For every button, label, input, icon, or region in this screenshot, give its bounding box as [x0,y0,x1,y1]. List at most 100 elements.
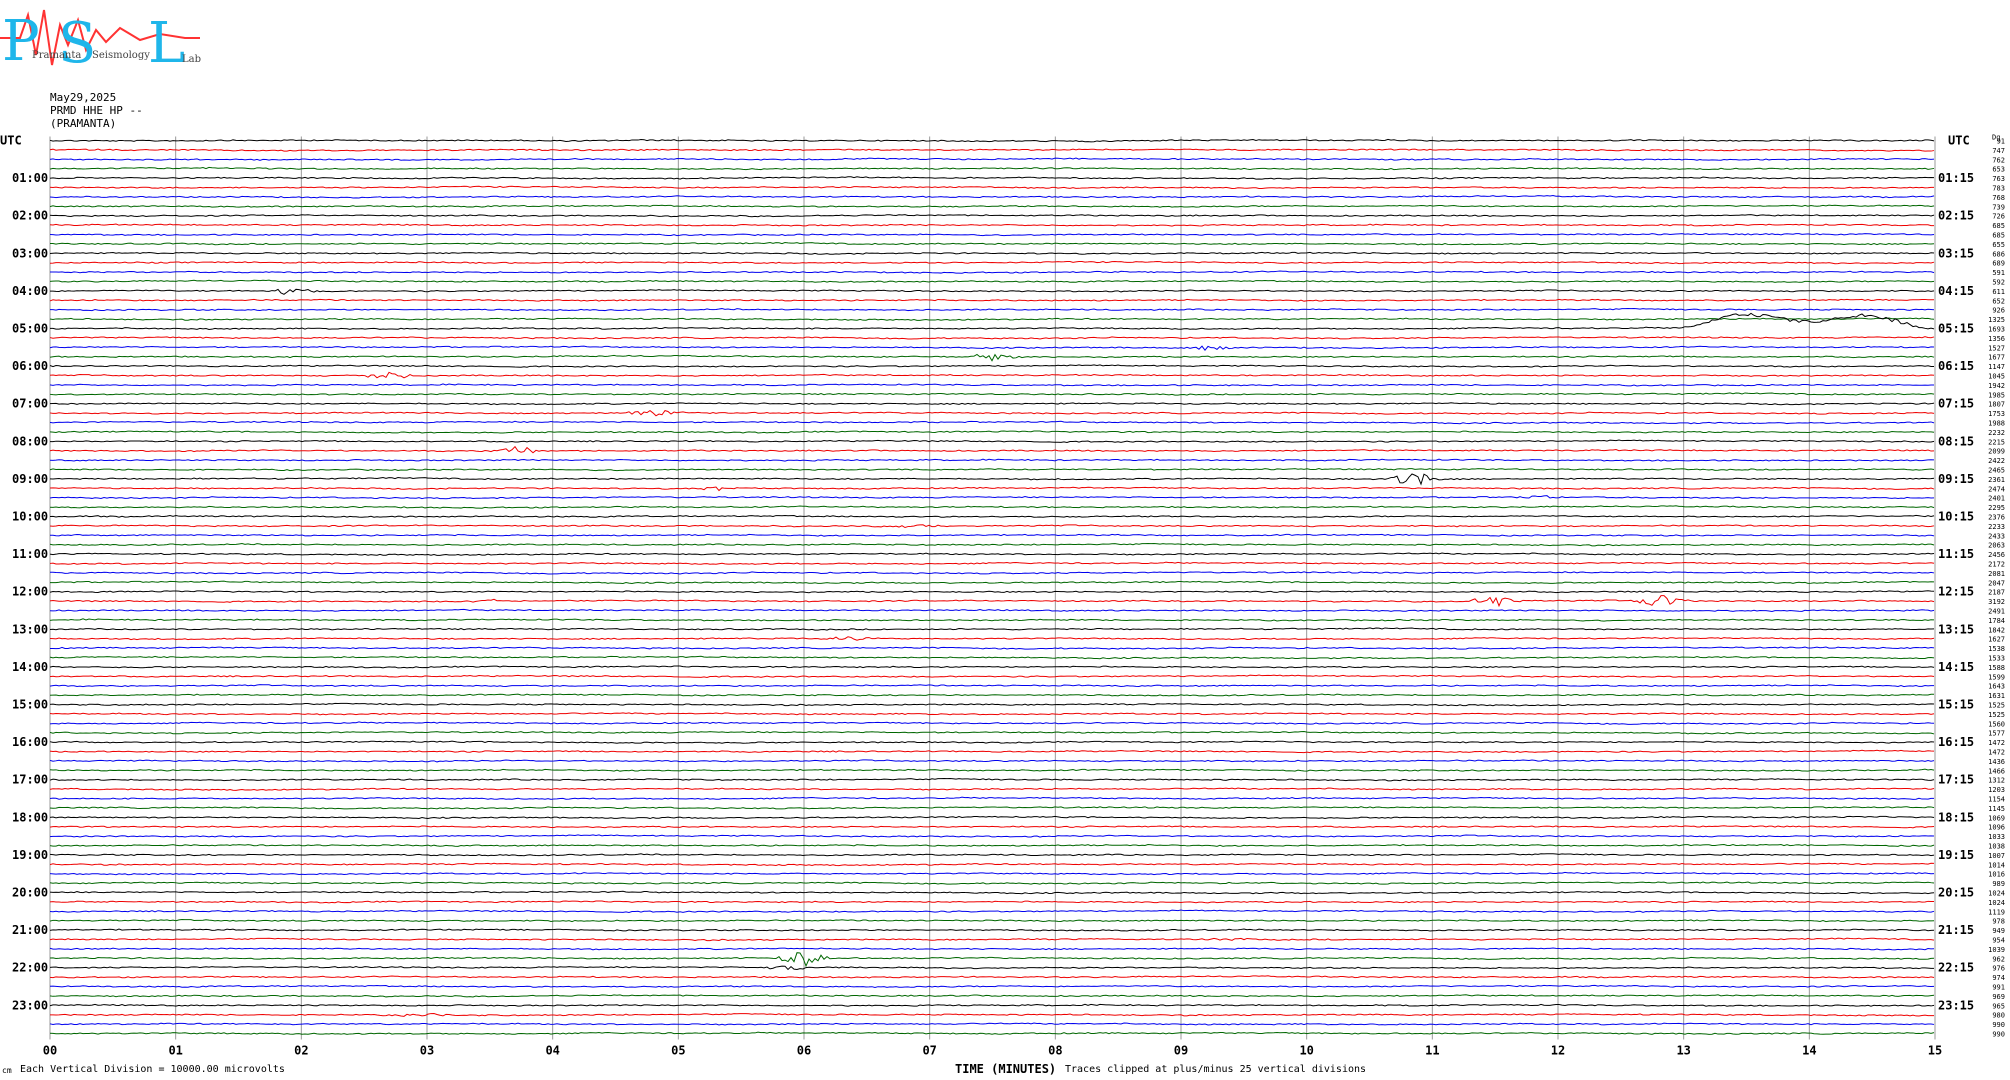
hour-label-right: 13:15 [1938,622,1974,636]
hour-label-right: 16:15 [1938,735,1974,749]
site-label: (PRAMANTA) [50,117,117,130]
corner-mark: cm [2,1066,12,1075]
x-tick-label-00: 00 [43,1044,57,1058]
trace-value-label: 989 [1992,880,2005,888]
trace-line-59 [49,693,1935,697]
trace-line-86 [49,947,1935,951]
trace-value-label: 1807 [1988,401,2005,409]
hour-label-right: 02:15 [1938,209,1974,223]
x-tick-label-01: 01 [168,1044,182,1058]
trace-value-label: 2422 [1988,457,2005,465]
trace-line-76 [49,853,1935,857]
trace-line-63 [49,730,1935,735]
hour-label-left: 18:00 [12,810,48,824]
trace-value-label: 592 [1992,279,2005,287]
trace-value-label: 978 [1992,918,2005,926]
trace-line-22 [49,345,1935,352]
hour-label-left: 12:00 [12,585,48,599]
trace-line-4 [49,176,1935,180]
hour-label-right: 14:15 [1938,660,1974,674]
trace-value-label: 1599 [1988,673,2005,681]
logo-letter-p: P [2,9,40,74]
trace-value-label: 974 [1992,974,2005,982]
utc-left-label: UTC [0,134,22,148]
trace-line-82 [49,909,1935,913]
trace-line-19 [49,317,1935,321]
trace-line-5 [49,185,1935,190]
trace-line-54 [50,646,1935,650]
trace-value-label: 965 [1992,1002,2005,1010]
trace-line-46 [49,571,1935,575]
trace-value-label: 1356 [1988,335,2005,343]
hour-label-left: 05:00 [12,322,48,336]
trace-value-label: 1842 [1988,626,2005,634]
trace-line-93 [49,1013,1935,1017]
hour-label-right: 17:15 [1938,773,1974,787]
trace-line-2 [49,157,1935,161]
trace-line-16 [49,288,1935,295]
trace-value-label: 2491 [1988,608,2005,616]
trace-line-32 [49,439,1935,443]
trace-value-label: 1007 [1988,852,2005,860]
trace-line-74 [49,834,1935,838]
hour-label-right: 18:15 [1938,810,1974,824]
trace-line-55 [49,655,1935,660]
hour-label-right: 08:15 [1938,434,1974,448]
corner-label: Dg [1992,134,2000,142]
trace-value-label: 926 [1992,307,2005,315]
trace-value-label: 1038 [1988,843,2005,851]
x-tick-label-08: 08 [1048,1044,1062,1058]
trace-line-77 [49,862,1935,867]
trace-line-60 [49,702,1935,707]
hour-label-left: 07:00 [12,397,48,411]
hour-label-left: 03:00 [12,246,48,260]
trace-line-64 [49,740,1935,744]
trace-line-57 [49,674,1935,678]
trace-value-label: 1045 [1988,373,2005,381]
trace-value-label: 954 [1992,937,2005,945]
trace-value-label: 1527 [1988,344,2005,352]
helicorder-chart: 00 01 02 03 04 05 06 07 08 09 10 11 12 13 14 1591747762… [0,134,2005,1058]
trace-value-label: 2295 [1988,504,2005,512]
trace-value-label: 980 [1992,1012,2005,1020]
trace-value-label: 990 [1992,1021,2005,1029]
trace-value-label: 2047 [1988,579,2005,587]
hour-label-left: 01:00 [12,171,48,185]
trace-line-56 [49,665,1935,669]
trace-value-label: 1472 [1988,749,2005,757]
trace-value-label: 1096 [1988,824,2005,832]
hour-label-right: 12:15 [1938,585,1974,599]
trace-value-label: 652 [1992,297,2005,305]
trace-value-label: 1069 [1988,814,2005,822]
trace-value-label: 762 [1992,156,2005,164]
trace-value-label: 1203 [1988,786,2005,794]
trace-value-label: 1312 [1988,777,2005,785]
trace-line-78 [49,871,1935,876]
trace-line-18 [49,308,1935,312]
trace-value-label: 1631 [1988,692,2005,700]
trace-value-label: 949 [1992,927,2005,935]
trace-value-label: 2081 [1988,570,2005,578]
trace-line-11 [49,241,1935,246]
trace-line-20 [49,312,1935,330]
x-tick-label-02: 02 [294,1044,308,1058]
hour-label-right: 05:15 [1938,322,1974,336]
trace-line-21 [49,336,1935,340]
trace-value-label: 2465 [1988,467,2005,475]
trace-value-label: 2474 [1988,485,2005,493]
trace-line-40 [49,514,1935,518]
trace-line-80 [49,890,1935,895]
hour-label-left: 10:00 [12,510,48,524]
trace-value-label: 969 [1992,993,2005,1001]
trace-line-28 [49,402,1935,406]
hour-label-left: 11:00 [12,547,48,561]
hour-label-left: 17:00 [12,773,48,787]
x-tick-label-10: 10 [1299,1044,1313,1058]
trace-line-14 [49,270,1935,274]
trace-line-13 [49,260,1935,265]
trace-value-label: 1147 [1988,363,2005,371]
hour-label-left: 13:00 [12,622,48,636]
trace-line-52 [49,627,1935,631]
x-tick-label-07: 07 [922,1044,936,1058]
trace-line-95 [49,1031,1935,1035]
